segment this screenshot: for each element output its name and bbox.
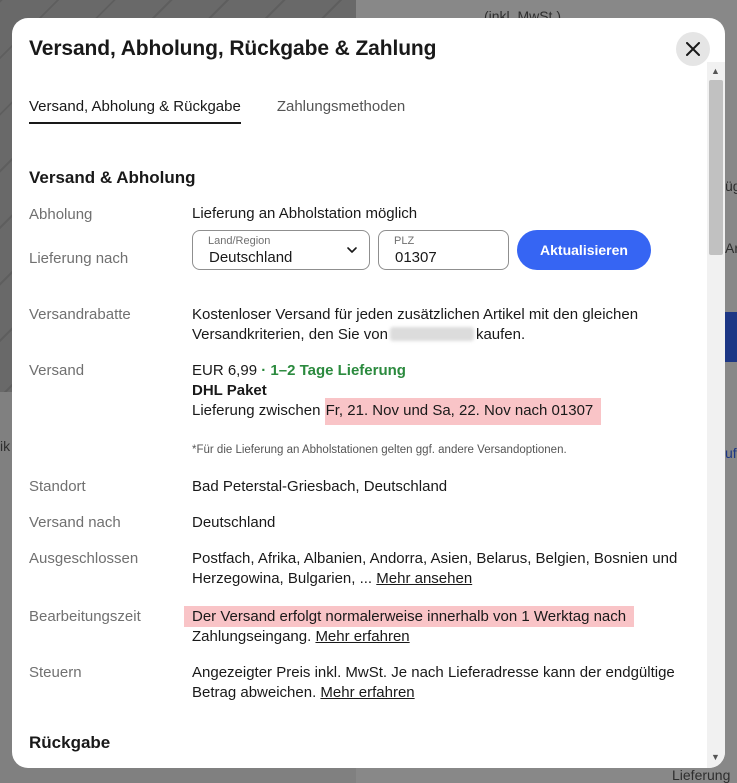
taxes-learn-more-link[interactable]: Mehr erfahren [320,684,414,701]
tab-bar: Versand, Abholung & Rückgabe Zahlungsmet… [29,98,405,124]
update-button[interactable]: Aktualisieren [517,230,651,270]
scrollbar[interactable]: ▲ ▼ [707,62,725,768]
taxes-line-2: Betrag abweichen. Mehr erfahren [192,683,675,703]
discounts-line-2: Versandkriterien, den Sie von kaufen. [192,325,638,345]
delivery-to-label: Lieferung nach [29,250,129,267]
handling-time-value: Der Versand erfolgt normalerweise innerh… [184,606,635,647]
country-select-value: Deutschland [209,249,293,266]
discounts-label: Versandrabatte [29,306,131,323]
section-title-shipping: Versand & Abholung [29,168,196,187]
pickup-station-note: *Für die Lieferung an Abholstationen gel… [192,444,567,456]
taxes-line-1: Angezeigter Preis inkl. MwSt. Je nach Li… [192,664,675,681]
shipping-value: EUR 6,99 · 1–2 Tage Lieferung DHL Paket … [192,361,602,425]
shipping-dialog: Versand, Abholung, Rückgabe & Zahlung Ve… [12,18,725,768]
location-value: Bad Peterstal-Griesbach, Deutschland [192,478,448,495]
scrollbar-thumb[interactable] [709,80,723,255]
seller-name-redacted [389,327,474,341]
handling-line-1: Der Versand erfolgt normalerweise innerh… [184,606,635,627]
taxes-label: Steuern [29,664,82,681]
discounts-line-2-end: kaufen. [475,326,526,343]
show-more-link[interactable]: Mehr ansehen [376,570,472,587]
delivery-window-prefix: Lieferung zwischen [192,402,321,419]
shipping-price-line: EUR 6,99 · 1–2 Tage Lieferung [192,361,601,381]
handling-line-2-text: Zahlungseingang. [192,628,312,645]
tab-shipping-pickup-returns[interactable]: Versand, Abholung & Rückgabe [29,98,241,124]
excluded-line-1: Postfach, Afrika, Albanien, Andorra, Asi… [192,550,678,567]
chevron-down-icon [347,247,357,253]
zip-field-label: PLZ [394,235,415,247]
pickup-label: Abholung [29,206,93,223]
close-button[interactable] [676,32,710,66]
country-select[interactable]: Land/Region Deutschland [192,230,370,270]
handling-time-label: Bearbeitungszeit [29,608,141,625]
delivery-window-dates: Fr, 21. Nov und Sa, 22. Nov nach 01307 [324,398,602,425]
ships-to-value: Deutschland [192,514,276,531]
excluded-value: Postfach, Afrika, Albanien, Andorra, Asi… [192,549,677,589]
handling-line-1-text: Der Versand erfolgt normalerweise innerh… [184,606,635,627]
scroll-up-icon[interactable]: ▲ [711,66,720,76]
discounts-line-2-start: Versandkriterien, den Sie von [192,326,388,343]
location-label: Standort [29,478,86,495]
handling-line-2: Zahlungseingang. Mehr erfahren [192,627,634,647]
taxes-value: Angezeigter Preis inkl. MwSt. Je nach Li… [192,663,675,703]
discounts-line-1: Kostenloser Versand für jeden zusätzlich… [192,306,639,323]
shipping-price: EUR 6,99 [192,362,258,379]
taxes-line-2-text: Betrag abweichen. [192,684,317,701]
tab-payment-methods[interactable]: Zahlungsmethoden [277,98,405,124]
zip-field-value: 01307 [395,249,437,266]
country-select-label: Land/Region [208,235,271,247]
close-icon [686,42,700,56]
discounts-value: Kostenloser Versand für jeden zusätzlich… [192,305,638,345]
excluded-line-2-text: Herzegowina, Bulgarien, ... [192,570,373,587]
shipping-speed: · 1–2 Tage Lieferung [261,362,406,379]
ships-to-label: Versand nach [29,514,121,531]
handling-learn-more-link[interactable]: Mehr erfahren [315,628,409,645]
excluded-line-2: Herzegowina, Bulgarien, ... Mehr ansehen [192,569,677,589]
shipping-label: Versand [29,362,85,379]
excluded-label: Ausgeschlossen [29,550,139,567]
dialog-content: Versand & Abholung Abholung Lieferung an… [12,128,707,768]
zip-field[interactable]: PLZ 01307 [378,230,509,270]
dialog-title: Versand, Abholung, Rückgabe & Zahlung [29,37,437,60]
scroll-down-icon[interactable]: ▼ [711,752,720,762]
delivery-window: Lieferung zwischen Fr, 21. Nov und Sa, 2… [192,398,602,425]
pickup-value: Lieferung an Abholstation möglich [192,205,418,222]
section-title-returns: Rückgabe [29,733,111,752]
